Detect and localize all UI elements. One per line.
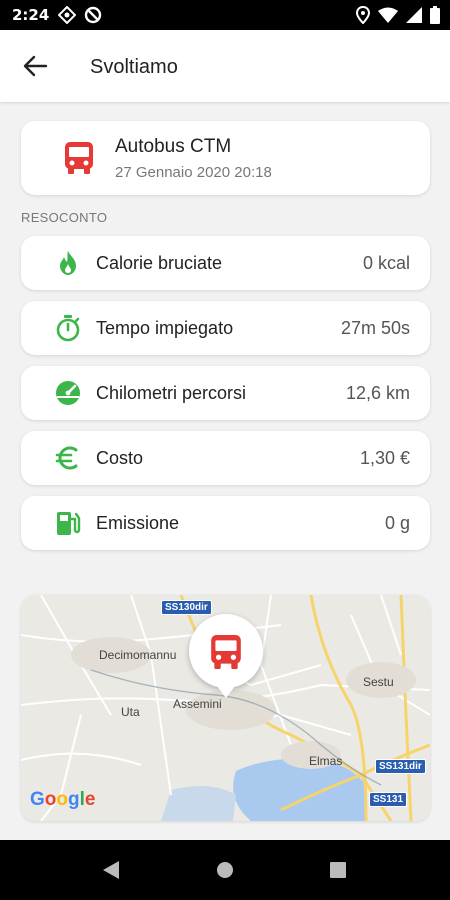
stat-label: Chilometri percorsi — [96, 383, 247, 403]
stopwatch-icon — [56, 315, 80, 342]
map-place-label: Elmas — [309, 754, 343, 768]
page-title: Svoltiamo — [90, 56, 178, 78]
fuel-pump-icon — [57, 512, 81, 535]
stat-distance: Chilometri percorsi 12,6 km — [21, 366, 430, 420]
google-logo: Google — [30, 789, 95, 810]
map-place-label: Assemini — [173, 697, 222, 711]
summary-section-label: RESOCONTO — [21, 210, 108, 225]
stat-emission: Emissione 0 g — [21, 496, 430, 550]
location-sharing-icon — [58, 6, 76, 24]
stat-label: Costo — [96, 448, 144, 468]
road-shield: SS131dir — [375, 759, 426, 774]
stat-label: Calorie bruciate — [96, 253, 223, 273]
stat-value: 0 g — [384, 513, 410, 533]
stat-calories: Calorie bruciate 0 kcal — [21, 236, 430, 290]
nav-home-icon[interactable] — [216, 861, 234, 879]
road-shield: SS131 — [369, 792, 408, 807]
data-saver-icon — [84, 6, 102, 24]
svg-text:Google: Google — [30, 789, 95, 810]
nav-recents-icon[interactable] — [329, 861, 347, 879]
app-bar: Svoltiamo — [0, 30, 450, 102]
stat-value: 27m 50s — [340, 318, 410, 338]
bus-icon — [65, 142, 93, 174]
signal-icon — [406, 7, 422, 23]
flame-icon — [60, 251, 76, 275]
nav-back-icon[interactable] — [101, 860, 121, 880]
stat-label: Tempo impiegato — [96, 318, 234, 338]
back-arrow-icon[interactable] — [22, 54, 48, 78]
gauge-icon — [56, 381, 80, 405]
euro-icon — [55, 446, 78, 470]
status-time: 2:24 — [12, 6, 50, 24]
status-right-icons — [356, 6, 440, 24]
bus-icon — [211, 635, 241, 669]
location-icon — [356, 6, 370, 24]
stat-time: Tempo impiegato 27m 50s — [21, 301, 430, 355]
trip-datetime: 27 Gennaio 2020 20:18 — [115, 164, 272, 181]
stat-value: 1,30 € — [359, 448, 410, 468]
trip-line-name: Autobus CTM — [115, 136, 232, 157]
route-map[interactable]: Decimomannu Uta Assemini Sestu Elmas SS1… — [21, 595, 430, 821]
map-place-label: Decimomannu — [99, 648, 177, 662]
map-place-label: Uta — [121, 705, 140, 719]
system-nav-bar — [0, 840, 450, 900]
road-shield: SS130dir — [161, 600, 212, 615]
wifi-icon — [378, 7, 398, 23]
stat-cost: Costo 1,30 € — [21, 431, 430, 485]
bus-map-marker[interactable] — [189, 614, 263, 698]
trip-card: Autobus CTM 27 Gennaio 2020 20:18 — [21, 121, 430, 195]
stat-value: 12,6 km — [345, 383, 410, 403]
stat-label: Emissione — [96, 513, 180, 533]
status-left-icons — [58, 6, 102, 24]
status-bar: 2:24 — [0, 0, 450, 30]
stat-value: 0 kcal — [362, 253, 410, 273]
map-place-label: Sestu — [363, 675, 394, 689]
battery-icon — [430, 6, 440, 24]
